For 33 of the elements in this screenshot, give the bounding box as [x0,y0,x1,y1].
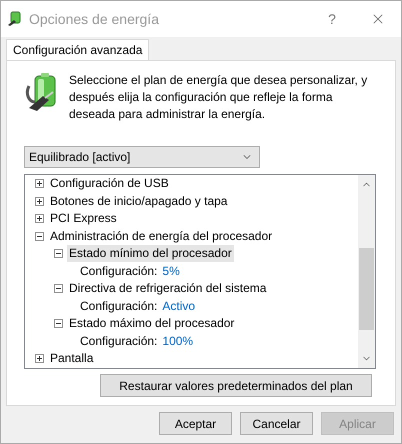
expand-icon[interactable] [35,214,44,224]
plan-dropdown[interactable]: Equilibrado [activo] [24,146,260,168]
tree-item[interactable]: PCI Express [48,210,119,228]
collapse-icon[interactable] [54,284,63,294]
setting-label: Configuración: [80,298,158,316]
expand-icon[interactable] [35,196,44,206]
tree-item[interactable]: Estado máximo del procesador [67,315,236,332]
setting-label: Configuración: [80,263,158,280]
tree-item[interactable]: Configuración de USB [48,175,171,192]
tab[interactable]: Configuración avanzada [6,39,150,60]
dialog-button[interactable]: Cancelar [240,412,313,435]
tree-item[interactable]: Botones de inicio/apagado y tapa [48,192,230,210]
expand-icon[interactable] [35,179,44,188]
setting-value[interactable]: Activo [162,297,196,316]
tree-item[interactable]: Pantalla [48,350,96,368]
scrollbar[interactable] [358,175,375,368]
window-title: Opciones de energía [29,10,159,29]
setting-value[interactable]: 5% [162,262,180,280]
collapse-icon[interactable] [54,319,63,328]
restore-defaults-button[interactable]: Restaurar valores predeterminados del plan [100,374,372,397]
setting-label: Configuración: [80,333,158,350]
dialog-button[interactable]: Aceptar [159,412,232,435]
collapse-icon[interactable] [35,232,44,241]
tree-item[interactable]: Administración de energía del procesador [48,228,274,245]
app-icon [7,11,23,27]
expand-icon[interactable] [35,354,44,364]
setting-value[interactable]: 100% [162,332,194,350]
description-text: Seleccione el plan de energía que desea personalizar, y después elija la configuración que refleje la forma deseada para administrar la energía. [69,72,368,123]
tree-item[interactable]: Estado mínimo del procesador [67,245,234,262]
scrollbar-thumb[interactable] [359,248,374,330]
tree-item[interactable]: Directiva de refrigeración del sistema [67,280,268,298]
collapse-icon[interactable] [54,249,63,258]
help-button[interactable]: ? [309,8,355,30]
